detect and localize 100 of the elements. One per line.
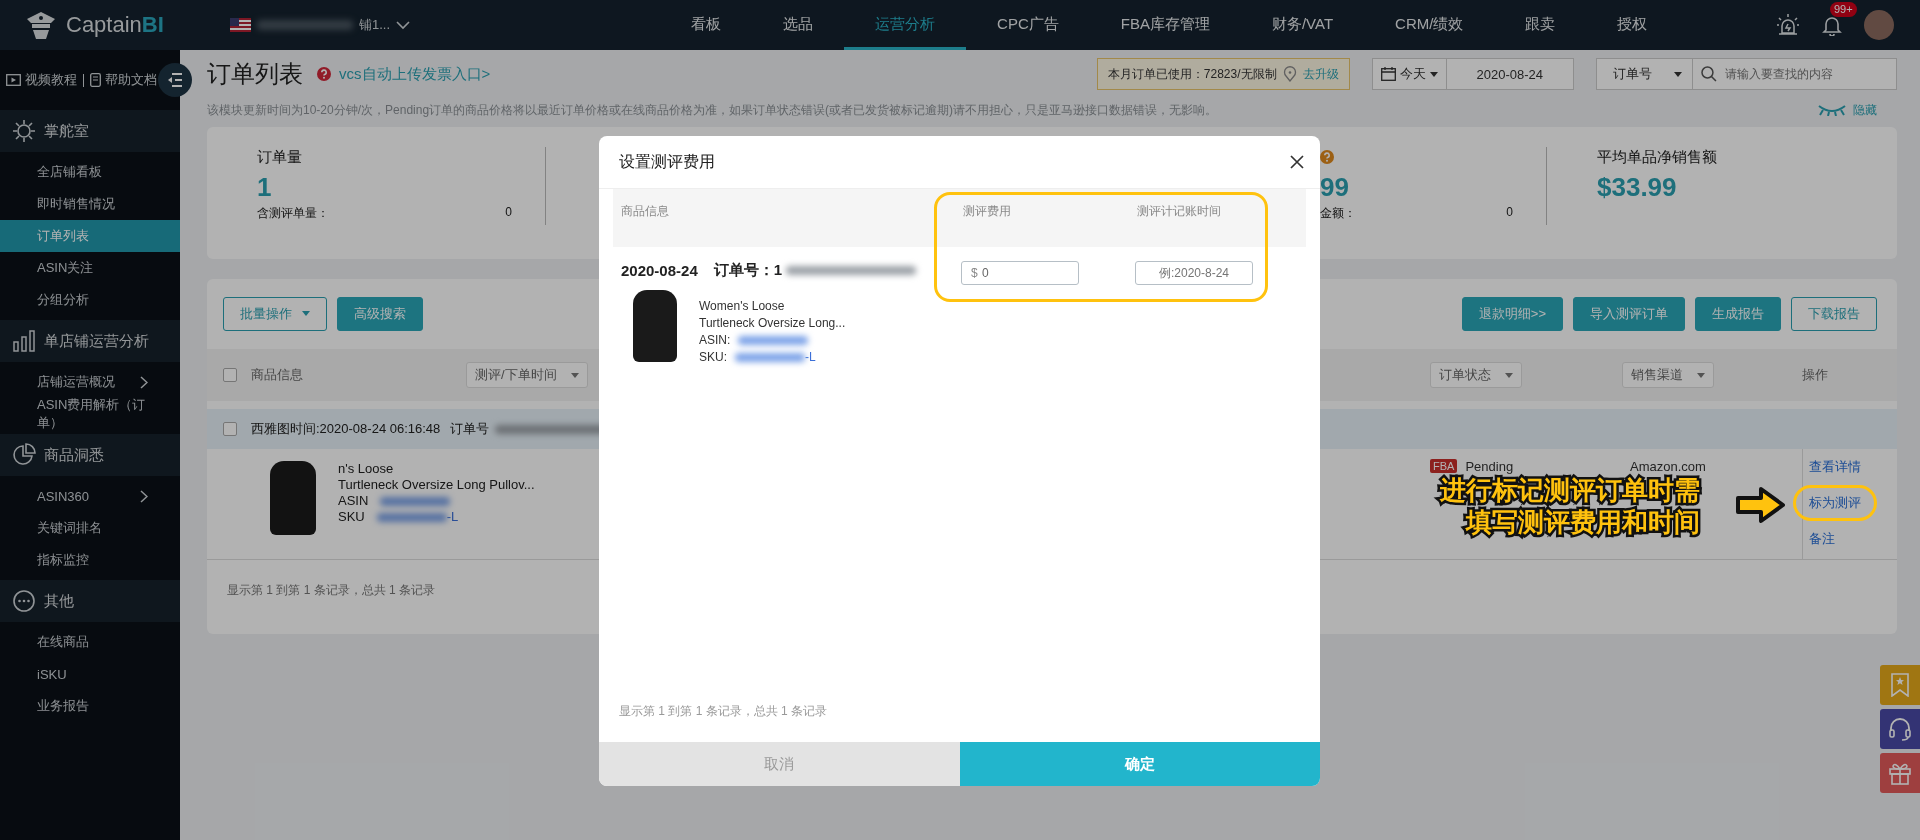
nav-tab[interactable]: CPC广告 [966, 0, 1090, 50]
sidebar-item[interactable]: 指标监控 [0, 544, 180, 576]
nav-tab[interactable]: 选品 [752, 0, 845, 50]
stat-value: 99 [1320, 171, 1350, 204]
sidebar-item[interactable]: 关键词排名 [0, 512, 180, 544]
support-button[interactable] [1880, 709, 1920, 749]
sidebar-item[interactable]: 全店铺看板 [0, 156, 180, 188]
sku-link[interactable]: -L [446, 509, 459, 525]
product-title-line: Women's Loose [699, 298, 786, 315]
sidebar-item[interactable]: 业务报告 [0, 690, 180, 722]
sku-label: SKU [338, 509, 365, 525]
menu-icon [167, 73, 183, 87]
gift-button[interactable] [1880, 753, 1920, 793]
redacted-block [376, 512, 447, 522]
product-title-line: Turtleneck Oversize Long... [699, 315, 846, 332]
redacted-block [738, 336, 809, 345]
stat-label: 平均单品净销售额 [1597, 147, 1717, 167]
sidebar-section[interactable]: 单店铺运营分析 [0, 320, 180, 362]
sidebar-item[interactable]: 在线商品 [0, 626, 180, 658]
pin-icon [1282, 66, 1297, 82]
search-field[interactable]: 请输入要查找的内容 [1722, 66, 1896, 82]
sidebar-item[interactable]: iSKU [0, 658, 180, 690]
sidebar-item[interactable]: 分组分析 [0, 284, 180, 316]
gift-icon [1888, 761, 1912, 785]
fulfillment-badge: FBA [1430, 459, 1458, 473]
order-date: 2020-08-24 [621, 262, 698, 279]
date-input[interactable]: 例:2020-8-24 [1135, 261, 1253, 285]
document-icon [90, 73, 101, 87]
search-type-select[interactable]: 订单号 [1597, 59, 1693, 89]
caret-icon [302, 311, 310, 316]
sidebar-item[interactable]: ASIN360 [0, 480, 180, 512]
annotation-text: 进行标记测评订单时需 填写测评费用和时间 [1440, 474, 1700, 538]
action-link[interactable]: 标为测评 [1809, 494, 1861, 512]
column-header: 测评费用 [962, 203, 1012, 220]
siren-icon[interactable] [1776, 13, 1800, 37]
order-status: Pending [1465, 459, 1514, 474]
caret-icon [1697, 372, 1705, 378]
pagination-info: 显示第 1 到第 1 条记录，总共 1 条记录 [226, 582, 437, 599]
nav-tab[interactable]: 授权 [1586, 0, 1679, 50]
checkbox[interactable] [223, 422, 237, 436]
page-title: 订单列表 [207, 59, 303, 89]
video-tutorial-link[interactable]: 视频教程 [6, 71, 77, 89]
headset-icon [1888, 717, 1912, 741]
order-time: 西雅图时间:2020-08-24 06:16:48 [251, 420, 441, 438]
nav-tab[interactable]: 运营分析 [844, 0, 967, 50]
bookmark-icon [1890, 673, 1910, 697]
product-title-line[interactable]: Turtleneck Oversize Long Pullov... [338, 477, 535, 493]
sidebar-item[interactable]: ASIN关注 [0, 252, 180, 284]
sales-channel: Amazon.com [1630, 459, 1706, 474]
sidebar-section[interactable]: 掌舵室 [0, 110, 180, 152]
sku-label: SKU: [699, 349, 727, 366]
sku-link[interactable]: -L [805, 349, 816, 366]
nav-tab[interactable]: 看板 [660, 0, 753, 50]
column-header: 操作 [1802, 367, 1828, 382]
chevron-down-icon [396, 20, 411, 30]
caret-icon [1674, 71, 1682, 77]
stat-label: 订单量 [257, 147, 302, 167]
order-number-label: 订单号：1 [713, 261, 783, 280]
caret-icon [1505, 372, 1513, 378]
stat-sub-value: 0 [505, 205, 512, 221]
help-docs-link[interactable]: 帮助文档 [90, 71, 157, 89]
stat-value: $33.99 [1597, 171, 1678, 204]
logo-text: CaptainBI [66, 12, 164, 38]
redacted-block [735, 353, 805, 362]
column-filter-select[interactable]: 测评/下单时间 [466, 362, 588, 388]
gear-icon [12, 119, 36, 143]
collapse-sidebar-button[interactable] [158, 63, 192, 97]
photo-placeholder [633, 290, 677, 362]
help-icon [317, 67, 331, 81]
nav-tab[interactable]: CRM/绩效 [1364, 0, 1495, 50]
nav-tab[interactable]: 财务/VAT [1240, 0, 1365, 50]
store-selector[interactable]: 铺1... [230, 16, 411, 34]
more-icon [12, 589, 36, 613]
close-icon[interactable] [1290, 155, 1304, 169]
sidebar-item[interactable]: ASIN费用解析（订单） [0, 398, 180, 430]
pie-chart-icon [12, 443, 36, 467]
sidebar-section[interactable]: 商品洞悉 [0, 434, 180, 476]
action-link[interactable]: 备注 [1809, 530, 1835, 548]
column-filter-select[interactable]: 订单状态 [1430, 362, 1522, 388]
column-header: 商品信息 [251, 367, 303, 382]
sidebar-section[interactable]: 其他 [0, 580, 180, 622]
notice-text: 该模块更新时间为10-20分钟/次，Pending订单的商品价格将以最近订单价格或在线商品价格为准，如果订单状态错误(或者已发货被标记逾期)请不用担心，只是亚马逊接口数据错误，无影响。 [207, 101, 1218, 119]
sidebar-item[interactable]: 店铺运营概况 [0, 366, 180, 398]
nav-tab[interactable]: FBA库存管理 [1089, 0, 1241, 50]
bar-chart-icon [12, 329, 36, 353]
asin-label: ASIN [338, 493, 369, 509]
product-title-line[interactable]: n's Loose [338, 461, 535, 477]
action-link[interactable]: 查看详情 [1809, 458, 1861, 476]
sidebar-item[interactable]: 即时销售情况 [0, 188, 180, 220]
nav-tab[interactable]: 跟卖 [1494, 0, 1587, 50]
search-bar[interactable]: 订单号 请输入要查找的内容 [1596, 58, 1897, 90]
caret-icon [570, 372, 579, 378]
notification-badge: 99+ [1830, 2, 1857, 17]
column-filter-select[interactable]: 销售渠道 [1622, 362, 1714, 388]
checkbox[interactable] [223, 368, 237, 382]
stat-sub-value: 0 [1506, 205, 1513, 221]
currency-prefix: $ [971, 266, 978, 280]
search-icon [1701, 66, 1717, 82]
pagination-info: 显示第 1 到第 1 条记录，总共 1 条记录 [618, 703, 829, 720]
bell-icon[interactable] [1822, 14, 1842, 36]
